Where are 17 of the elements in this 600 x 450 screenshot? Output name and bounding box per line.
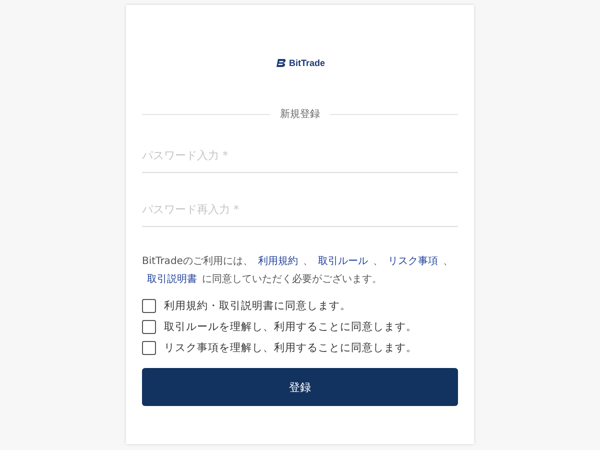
checkbox[interactable] — [142, 320, 156, 334]
password-field[interactable]: パスワード再入力 * — [142, 203, 458, 227]
section-heading: 新規登録 — [280, 108, 320, 121]
terms-notice: BitTradeのご利用には、 利用規約 、 取引ルール 、 リスク事項 、 取引説明書 に同意していただく必要がございます。 — [142, 254, 454, 287]
terms-link[interactable]: リスク事項 — [388, 256, 438, 267]
checkbox[interactable] — [142, 341, 156, 355]
register-button[interactable]: 登録 — [142, 368, 458, 406]
logo-icon — [274, 58, 287, 68]
terms-link[interactable]: 取引説明書 — [147, 274, 197, 285]
terms-link[interactable]: 取引ルール — [318, 256, 368, 267]
checkbox[interactable] — [142, 299, 156, 313]
terms-link[interactable]: 利用規約 — [258, 256, 298, 267]
logo-text: BitTrade — [288, 58, 325, 68]
checkbox-label: 利用規約・取引説明書に同意します。 — [164, 299, 351, 313]
checkbox-label: 取引ルールを理解し、利用することに同意します。 — [164, 320, 417, 334]
checkbox-label: リスク事項を理解し、利用することに同意します。 — [164, 341, 417, 355]
password-field[interactable]: パスワード入力 * — [142, 149, 458, 173]
